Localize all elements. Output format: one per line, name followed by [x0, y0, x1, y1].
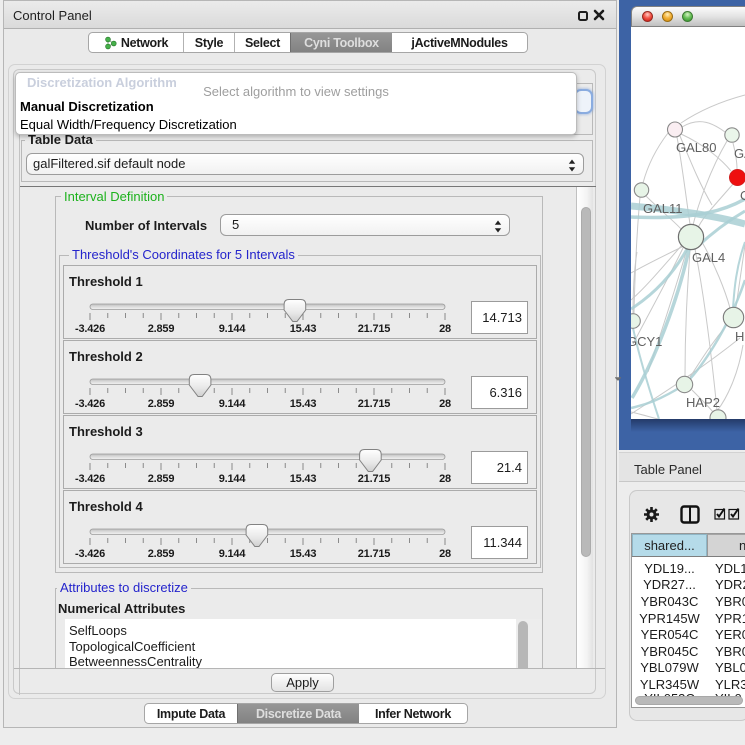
svg-text:21.715: 21.715: [358, 548, 391, 560]
svg-text:15.43: 15.43: [290, 323, 317, 335]
svg-text:-3.426: -3.426: [75, 398, 105, 410]
svg-text:GAL4: GAL4: [692, 250, 725, 265]
svg-text:9.144: 9.144: [219, 473, 247, 485]
svg-text:-3.426: -3.426: [75, 548, 105, 560]
svg-text:H: H: [735, 329, 744, 344]
svg-text:2.859: 2.859: [148, 473, 175, 485]
svg-text:21.715: 21.715: [358, 398, 391, 410]
svg-text:28: 28: [439, 323, 451, 335]
svg-text:2.859: 2.859: [148, 323, 175, 335]
svg-text:21.715: 21.715: [358, 323, 391, 335]
svg-text:GCY1: GCY1: [631, 334, 662, 349]
svg-text:2.859: 2.859: [148, 398, 175, 410]
svg-text:21.715: 21.715: [358, 473, 391, 485]
svg-text:9.144: 9.144: [219, 398, 247, 410]
svg-text:28: 28: [439, 548, 451, 560]
svg-text:C: C: [740, 188, 745, 203]
svg-text:9.144: 9.144: [219, 323, 247, 335]
svg-text:GA: GA: [734, 146, 745, 161]
svg-text:9.144: 9.144: [219, 548, 247, 560]
svg-text:-3.426: -3.426: [75, 473, 105, 485]
svg-text:28: 28: [439, 398, 451, 410]
svg-text:GAL11: GAL11: [643, 201, 683, 216]
svg-text:15.43: 15.43: [290, 473, 317, 485]
svg-text:15.43: 15.43: [290, 548, 317, 560]
svg-text:2.859: 2.859: [148, 548, 175, 560]
svg-text:15.43: 15.43: [290, 398, 317, 410]
svg-text:28: 28: [439, 473, 451, 485]
svg-text:-3.426: -3.426: [75, 323, 105, 335]
svg-text:GAL80: GAL80: [676, 140, 716, 155]
svg-text:HAP2: HAP2: [686, 395, 720, 410]
